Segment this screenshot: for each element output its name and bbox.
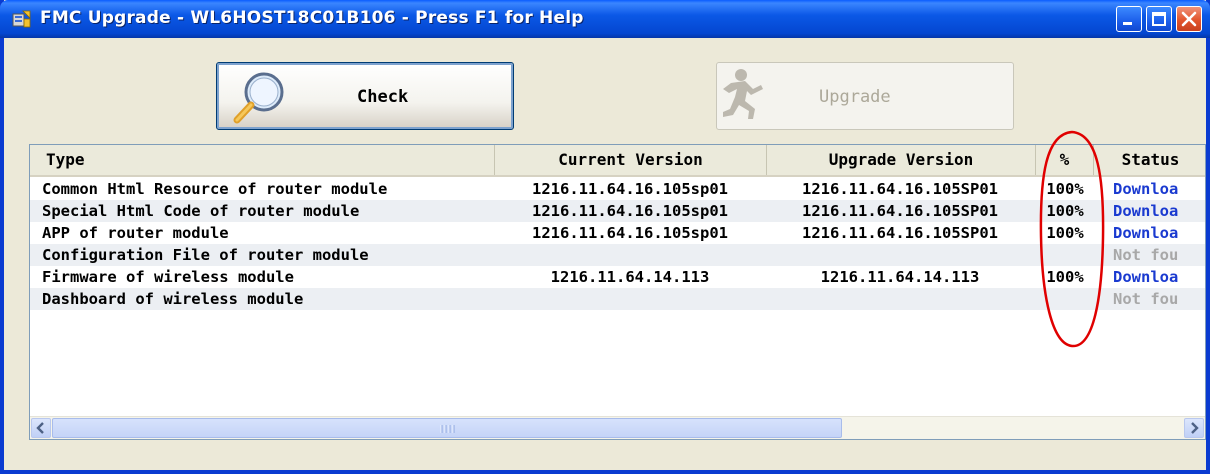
column-header-status[interactable]: Status [1094, 145, 1205, 175]
fmc-upgrade-window: FMC Upgrade - WL6HOST18C01B106 - Press F… [0, 0, 1210, 474]
grip-icon [440, 425, 455, 433]
cell-upgrade-version: 1216.11.64.16.105SP01 [802, 224, 998, 242]
cell-current-version: 1216.11.64.14.113 [550, 268, 710, 286]
scroll-left-button[interactable] [31, 418, 51, 438]
cell-current-version: 1216.11.64.16.105sp01 [532, 224, 728, 242]
cell-type: APP of router module [42, 224, 229, 242]
running-man-icon [723, 69, 763, 119]
cell-status: Downloa [1113, 268, 1179, 286]
cell-current-version: 1216.11.64.16.105sp01 [532, 202, 728, 220]
module-table: Type Current Version Upgrade Version % S… [29, 144, 1206, 440]
maximize-icon [1152, 12, 1166, 26]
cell-status: Not fou [1113, 246, 1179, 264]
table-header: Type Current Version Upgrade Version % S… [30, 145, 1205, 177]
cell-type: Configuration File of router module [42, 246, 369, 264]
cell-percent: 100% [1046, 202, 1084, 220]
cell-percent [1036, 288, 1094, 310]
upgrade-button-label: Upgrade [819, 87, 891, 107]
upgrade-button[interactable]: Upgrade [716, 62, 1014, 130]
close-button[interactable] [1176, 6, 1202, 32]
cell-percent: 100% [1046, 180, 1084, 198]
cell-status: Not fou [1113, 290, 1179, 308]
cell-status: Downloa [1113, 202, 1179, 220]
close-icon [1181, 11, 1197, 27]
table-row[interactable]: APP of router module 1216.11.64.16.105sp… [30, 222, 1205, 244]
scrollbar-thumb[interactable] [52, 418, 842, 438]
cell-type: Dashboard of wireless module [42, 290, 304, 308]
app-icon [12, 10, 31, 28]
arrow-right-icon [1191, 422, 1199, 434]
title-bar[interactable]: FMC Upgrade - WL6HOST18C01B106 - Press F… [0, 0, 1210, 38]
magnifier-icon [233, 72, 284, 124]
cell-status: Downloa [1113, 224, 1179, 242]
cell-type: Special Html Code of router module [42, 202, 360, 220]
horizontal-scrollbar[interactable] [30, 416, 1205, 439]
check-button-label: Check [357, 87, 409, 107]
cell-upgrade-version: 1216.11.64.16.105SP01 [802, 202, 998, 220]
cell-type: Common Html Resource of router module [42, 180, 388, 198]
cell-percent: 100% [1046, 268, 1084, 286]
maximize-button[interactable] [1146, 6, 1172, 32]
column-header-type[interactable]: Type [30, 145, 495, 175]
minimize-icon [1123, 22, 1132, 25]
cell-upgrade-version: 1216.11.64.14.113 [820, 268, 980, 286]
column-header-percent[interactable]: % [1036, 145, 1094, 175]
cell-type: Firmware of wireless module [42, 268, 294, 286]
cell-current-version [495, 288, 765, 310]
scroll-right-button[interactable] [1184, 418, 1204, 438]
arrow-left-icon [36, 422, 44, 434]
cell-upgrade-version: 1216.11.64.16.105SP01 [802, 180, 998, 198]
cell-percent: 100% [1046, 224, 1084, 242]
table-row[interactable]: Firmware of wireless module 1216.11.64.1… [30, 266, 1205, 288]
cell-percent [1036, 244, 1094, 266]
table-row[interactable]: Common Html Resource of router module 12… [30, 178, 1205, 200]
cell-current-version: 1216.11.64.16.105sp01 [532, 180, 728, 198]
table-row[interactable]: Special Html Code of router module 1216.… [30, 200, 1205, 222]
table-row[interactable]: Configuration File of router module Not … [30, 244, 1205, 266]
cell-current-version [495, 244, 765, 266]
table-row[interactable]: Dashboard of wireless module Not fou [30, 288, 1205, 310]
check-button[interactable]: Check [216, 62, 514, 130]
column-header-current-version[interactable]: Current Version [495, 145, 767, 175]
column-header-upgrade-version[interactable]: Upgrade Version [767, 145, 1036, 175]
window-title: FMC Upgrade - WL6HOST18C01B106 - Press F… [40, 8, 584, 28]
cell-upgrade-version [767, 244, 1033, 266]
minimize-button[interactable] [1116, 6, 1142, 32]
cell-status: Downloa [1113, 180, 1179, 198]
cell-upgrade-version [767, 288, 1033, 310]
